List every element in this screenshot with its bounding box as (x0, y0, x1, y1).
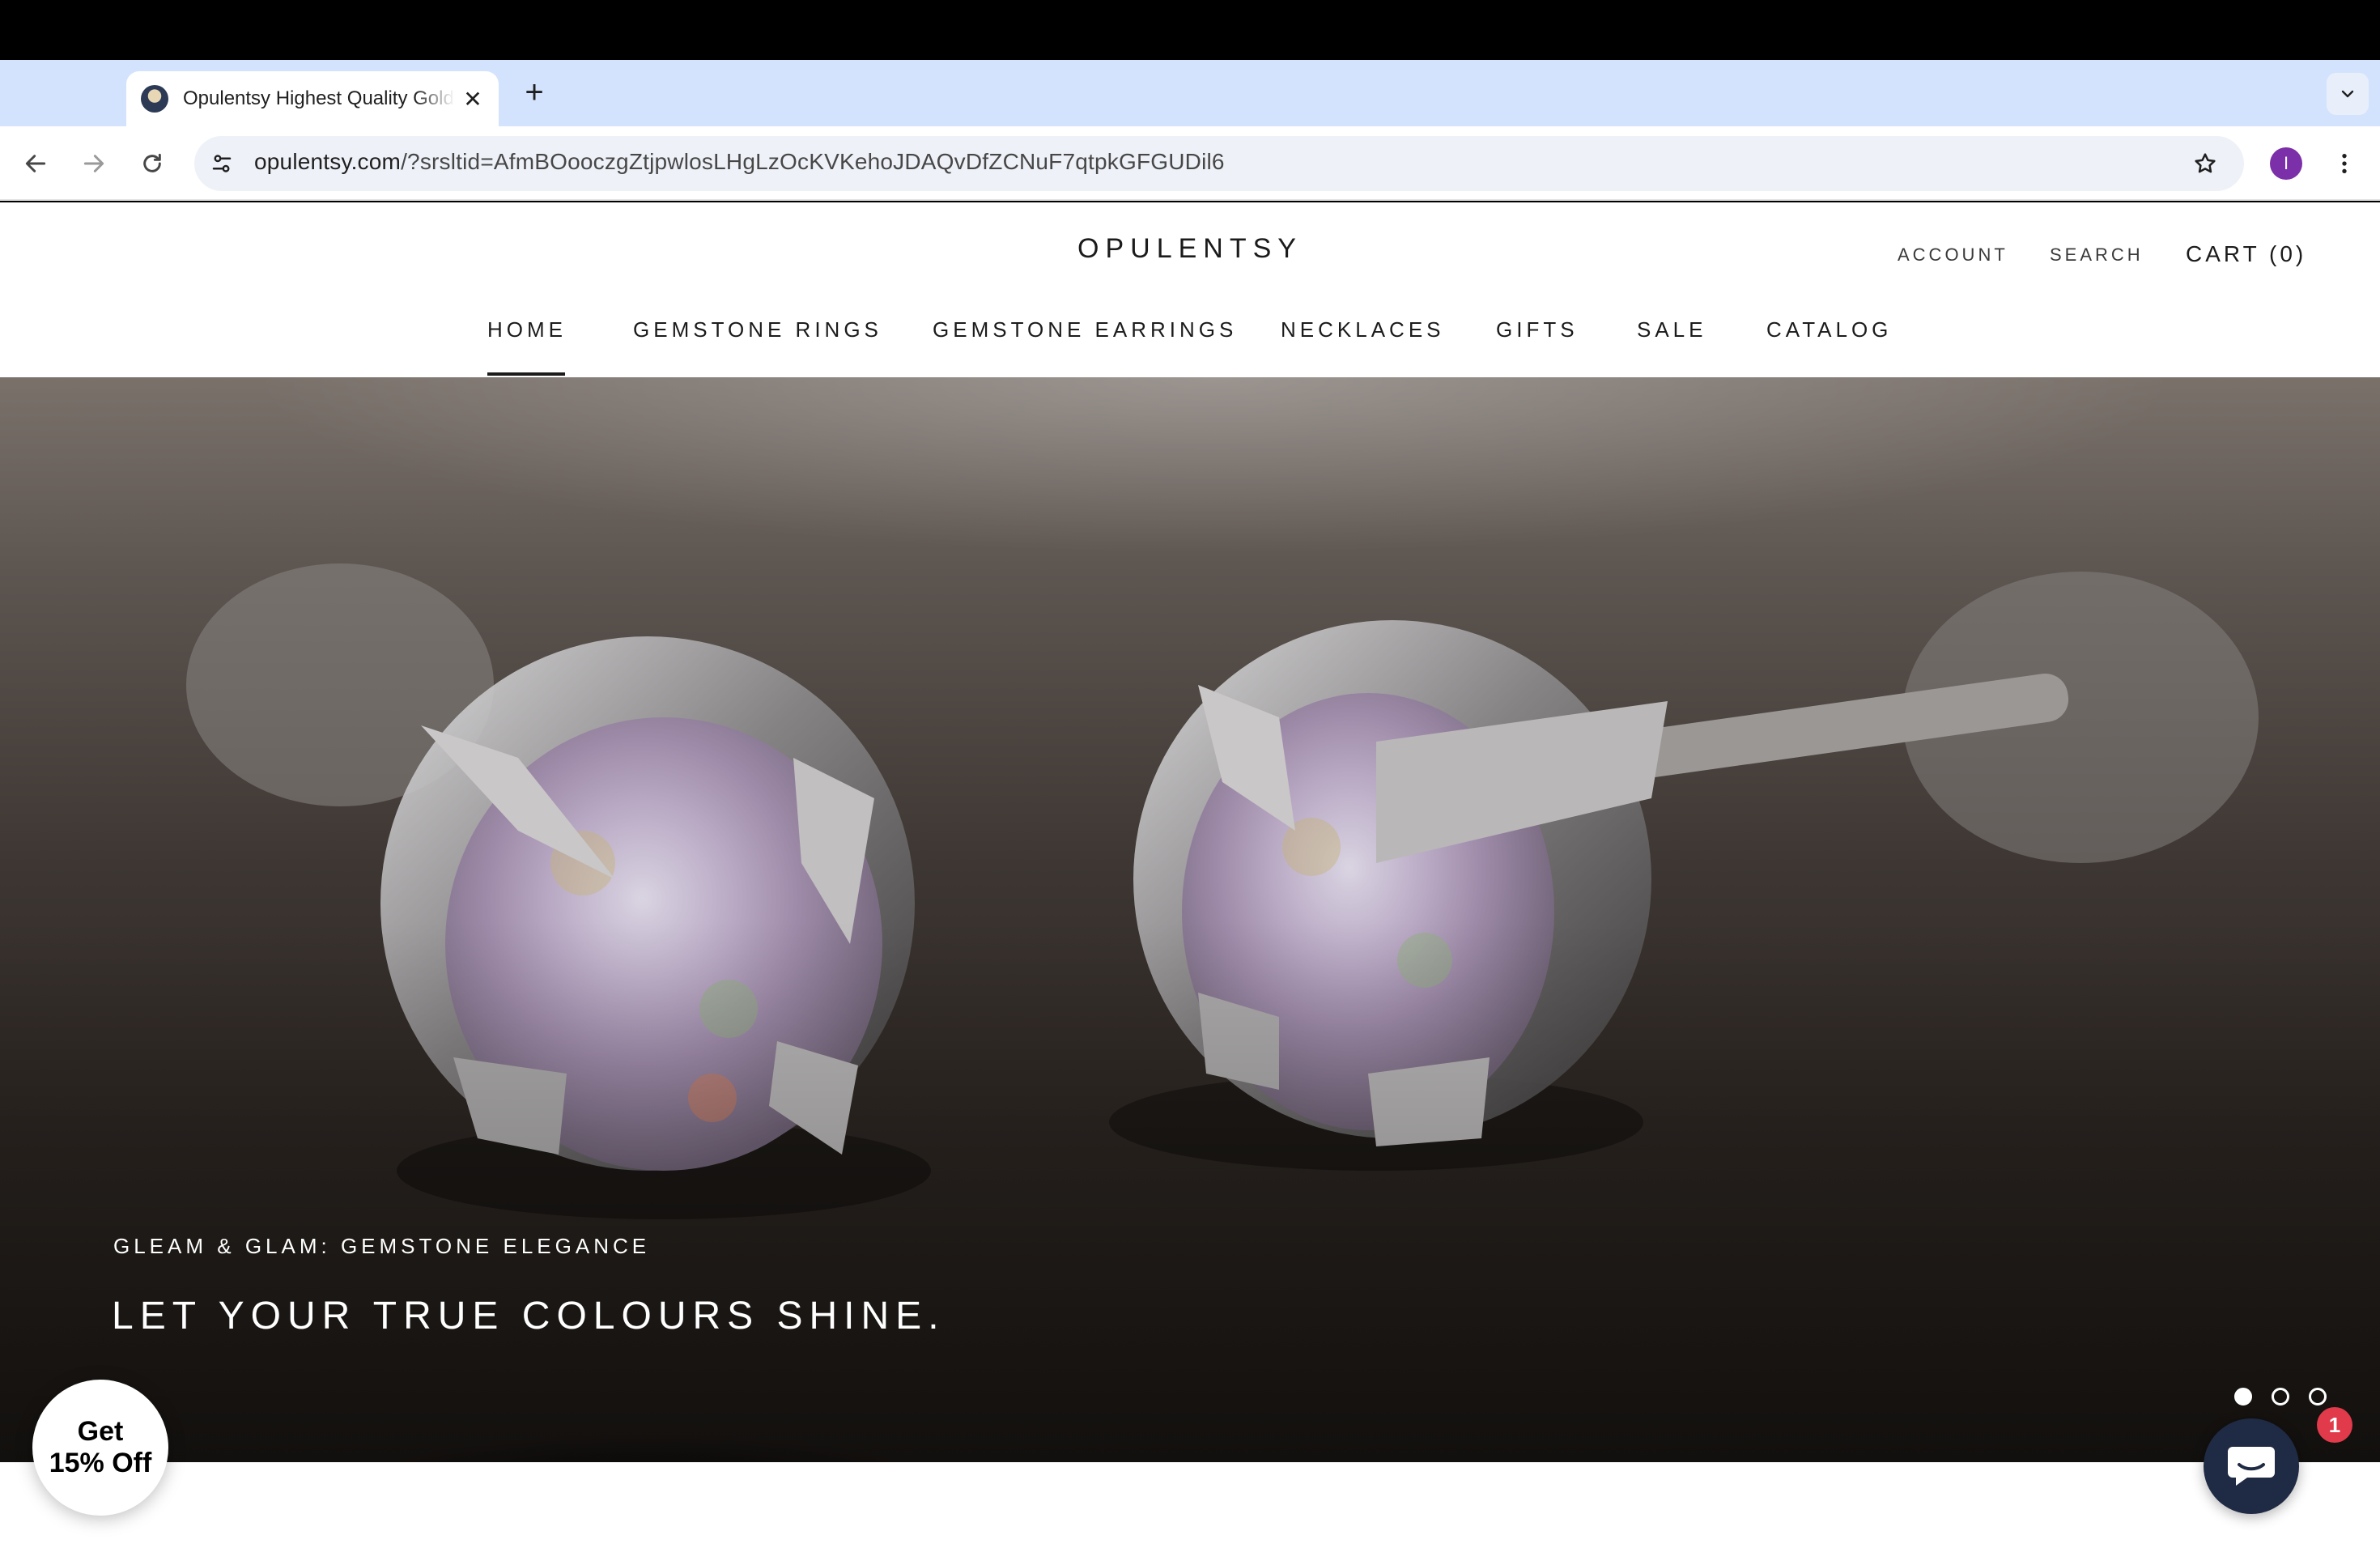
tab-search-button[interactable] (2327, 73, 2369, 115)
more-vert-icon (2342, 154, 2347, 173)
slide-dot-3[interactable] (2309, 1388, 2327, 1406)
active-nav-indicator (487, 372, 565, 376)
profile-avatar[interactable]: I (2270, 147, 2302, 180)
main-navigation: HOME GEMSTONE RINGS GEMSTONE EARRINGS NE… (0, 317, 2380, 350)
site-info-button[interactable] (202, 144, 241, 183)
chat-bubble-icon (2228, 1447, 2275, 1486)
search-link[interactable]: SEARCH (2050, 245, 2144, 266)
browser-menu-button[interactable] (2325, 144, 2364, 183)
slide-dot-1[interactable] (2234, 1388, 2252, 1406)
bookmark-button[interactable] (2186, 144, 2225, 183)
chat-unread-badge: 1 (2317, 1407, 2352, 1443)
nav-item-catalog[interactable]: CATALOG (1766, 317, 1892, 342)
arrow-left-icon (25, 155, 46, 172)
nav-item-sale[interactable]: SALE (1637, 317, 1707, 342)
discount-popup-button[interactable]: Get 15% Off (32, 1380, 168, 1516)
slide-dot-2[interactable] (2272, 1388, 2289, 1406)
browser-tab-active[interactable]: Opulentsy Highest Quality Gold & Gemston… (126, 71, 499, 126)
page-content-below-hero (0, 1462, 2380, 1548)
reload-button[interactable] (133, 144, 172, 183)
tab-title: Opulentsy Highest Quality Gold & Gemston… (183, 87, 455, 109)
nav-item-gifts[interactable]: GIFTS (1496, 317, 1579, 342)
cart-link[interactable]: CART (0) (2186, 241, 2306, 267)
hero-eyebrow: GLEAM & GLAM: GEMSTONE ELEGANCE (113, 1234, 651, 1258)
back-button[interactable] (16, 144, 55, 183)
url-text[interactable]: opulentsy.com/?srsltid=AfmBOooczgZtjpwlo… (254, 149, 1225, 175)
url-domain: opulentsy.com (254, 149, 402, 174)
close-tab-icon[interactable]: ✕ (458, 84, 487, 113)
nav-item-gemstone-earrings[interactable]: GEMSTONE EARRINGS (933, 317, 1237, 342)
chevron-down-icon (2341, 90, 2354, 98)
tune-icon (212, 155, 232, 172)
promo-line-2: 15% Off (49, 1448, 152, 1478)
hero-heading: LET YOUR TRUE COLOURS SHINE. (112, 1295, 946, 1337)
reload-icon (143, 153, 161, 172)
chat-widget-button[interactable] (2204, 1418, 2299, 1514)
star-icon (2195, 153, 2216, 173)
account-link[interactable]: ACCOUNT (1898, 245, 2008, 266)
new-tab-button[interactable]: + (516, 74, 552, 110)
url-path: /?srsltid=AfmBOooczgZtjpwlosLHgLzOcKVKeh… (401, 149, 1225, 174)
arrow-right-icon (83, 155, 104, 172)
nav-item-home[interactable]: HOME (487, 317, 567, 342)
site-logo[interactable]: OPULENTSY (0, 233, 2380, 265)
screen-top-bar (0, 0, 2380, 60)
site-header (0, 202, 2380, 377)
site-favicon-icon (141, 85, 168, 113)
nav-item-gemstone-rings[interactable]: GEMSTONE RINGS (633, 317, 882, 342)
nav-item-necklaces[interactable]: NECKLACES (1281, 317, 1445, 342)
promo-line-1: Get (77, 1415, 124, 1447)
slideshow-pagination (2234, 1388, 2327, 1406)
forward-button[interactable] (74, 144, 113, 183)
